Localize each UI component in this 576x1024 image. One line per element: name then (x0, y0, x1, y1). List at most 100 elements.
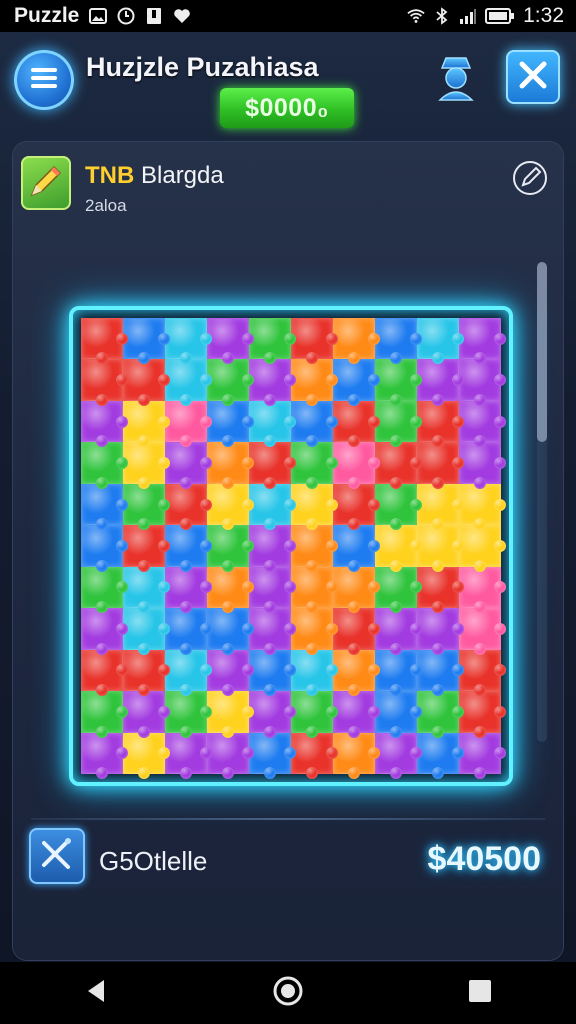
puzzle-piece[interactable] (375, 525, 422, 573)
puzzle-piece[interactable] (207, 691, 254, 739)
puzzle-piece[interactable] (417, 566, 464, 614)
puzzle-piece[interactable] (291, 649, 338, 697)
puzzle-piece[interactable] (459, 442, 506, 490)
puzzle-piece[interactable] (291, 608, 338, 656)
puzzle-piece[interactable] (165, 732, 212, 780)
puzzle-piece[interactable] (81, 318, 128, 365)
puzzle-piece[interactable] (333, 318, 380, 365)
puzzle-piece[interactable] (459, 608, 506, 656)
puzzle-piece[interactable] (123, 483, 170, 531)
puzzle-piece[interactable] (165, 442, 212, 490)
puzzle-piece[interactable] (207, 483, 254, 531)
puzzle-piece[interactable] (375, 649, 422, 697)
menu-button[interactable] (14, 50, 74, 110)
puzzle-piece[interactable] (165, 649, 212, 697)
puzzle-piece[interactable] (459, 649, 506, 697)
puzzle-piece[interactable] (459, 691, 506, 739)
puzzle-piece[interactable] (165, 566, 212, 614)
puzzle-piece[interactable] (81, 566, 128, 614)
puzzle-piece[interactable] (333, 483, 380, 531)
puzzle-piece[interactable] (249, 732, 296, 780)
puzzle-piece[interactable] (81, 608, 128, 656)
puzzle-piece[interactable] (123, 318, 170, 365)
puzzle-piece[interactable] (375, 732, 422, 780)
puzzle-piece[interactable] (375, 318, 422, 365)
puzzle-piece[interactable] (249, 691, 296, 739)
puzzle-piece[interactable] (123, 649, 170, 697)
puzzle-piece[interactable] (165, 359, 212, 407)
puzzle-piece[interactable] (207, 649, 254, 697)
puzzle-piece[interactable] (333, 732, 380, 780)
puzzle-piece[interactable] (249, 608, 296, 656)
puzzle-piece[interactable] (291, 525, 338, 573)
profile-button[interactable] (432, 52, 480, 108)
puzzle-piece[interactable] (333, 566, 380, 614)
puzzle-piece[interactable] (417, 525, 464, 573)
puzzle-piece[interactable] (291, 400, 338, 448)
puzzle-piece[interactable] (333, 525, 380, 573)
tool-button[interactable] (29, 828, 85, 884)
puzzle-piece[interactable] (249, 566, 296, 614)
puzzle-piece[interactable] (291, 566, 338, 614)
puzzle-piece[interactable] (81, 359, 128, 407)
puzzle-piece[interactable] (459, 400, 506, 448)
puzzle-piece[interactable] (333, 442, 380, 490)
puzzle-piece[interactable] (249, 318, 296, 365)
puzzle-piece[interactable] (165, 525, 212, 573)
close-button[interactable] (506, 50, 560, 104)
puzzle-piece[interactable] (81, 525, 128, 573)
puzzle-piece[interactable] (459, 732, 506, 780)
puzzle-piece[interactable] (459, 318, 506, 365)
puzzle-piece[interactable] (459, 359, 506, 407)
puzzle-piece[interactable] (417, 483, 464, 531)
puzzle-piece[interactable] (165, 318, 212, 365)
puzzle-piece[interactable] (375, 400, 422, 448)
puzzle-piece[interactable] (333, 359, 380, 407)
puzzle-piece[interactable] (249, 442, 296, 490)
puzzle-piece[interactable] (459, 525, 506, 573)
puzzle-piece[interactable] (123, 608, 170, 656)
puzzle-piece[interactable] (123, 525, 170, 573)
puzzle-piece[interactable] (249, 483, 296, 531)
puzzle-piece[interactable] (81, 442, 128, 490)
puzzle-piece[interactable] (207, 359, 254, 407)
puzzle-piece[interactable] (123, 732, 170, 780)
puzzle-piece[interactable] (375, 691, 422, 739)
puzzle-piece[interactable] (207, 525, 254, 573)
puzzle-piece[interactable] (249, 649, 296, 697)
home-button[interactable] (258, 968, 318, 1018)
puzzle-piece[interactable] (123, 691, 170, 739)
puzzle-board[interactable] (69, 306, 513, 786)
puzzle-piece[interactable] (417, 608, 464, 656)
puzzle-piece[interactable] (375, 566, 422, 614)
puzzle-piece[interactable] (333, 649, 380, 697)
puzzle-piece[interactable] (165, 400, 212, 448)
scroll-thumb[interactable] (537, 262, 547, 442)
puzzle-piece[interactable] (417, 318, 464, 365)
puzzle-piece[interactable] (291, 442, 338, 490)
puzzle-piece[interactable] (249, 400, 296, 448)
puzzle-piece[interactable] (81, 649, 128, 697)
puzzle-piece[interactable] (417, 359, 464, 407)
puzzle-piece[interactable] (375, 359, 422, 407)
puzzle-piece[interactable] (207, 608, 254, 656)
puzzle-piece[interactable] (459, 483, 506, 531)
puzzle-piece[interactable] (459, 566, 506, 614)
edit-button[interactable] (510, 160, 550, 200)
puzzle-grid[interactable] (81, 318, 506, 780)
puzzle-piece[interactable] (375, 608, 422, 656)
puzzle-piece[interactable] (207, 400, 254, 448)
puzzle-piece[interactable] (291, 732, 338, 780)
puzzle-piece[interactable] (165, 608, 212, 656)
puzzle-piece[interactable] (249, 359, 296, 407)
puzzle-piece[interactable] (375, 483, 422, 531)
puzzle-piece[interactable] (123, 400, 170, 448)
puzzle-piece[interactable] (249, 525, 296, 573)
puzzle-piece[interactable] (81, 400, 128, 448)
puzzle-piece[interactable] (333, 691, 380, 739)
puzzle-piece[interactable] (291, 691, 338, 739)
puzzle-piece[interactable] (417, 400, 464, 448)
puzzle-piece[interactable] (417, 649, 464, 697)
recents-button[interactable] (450, 968, 510, 1018)
puzzle-piece[interactable] (333, 400, 380, 448)
